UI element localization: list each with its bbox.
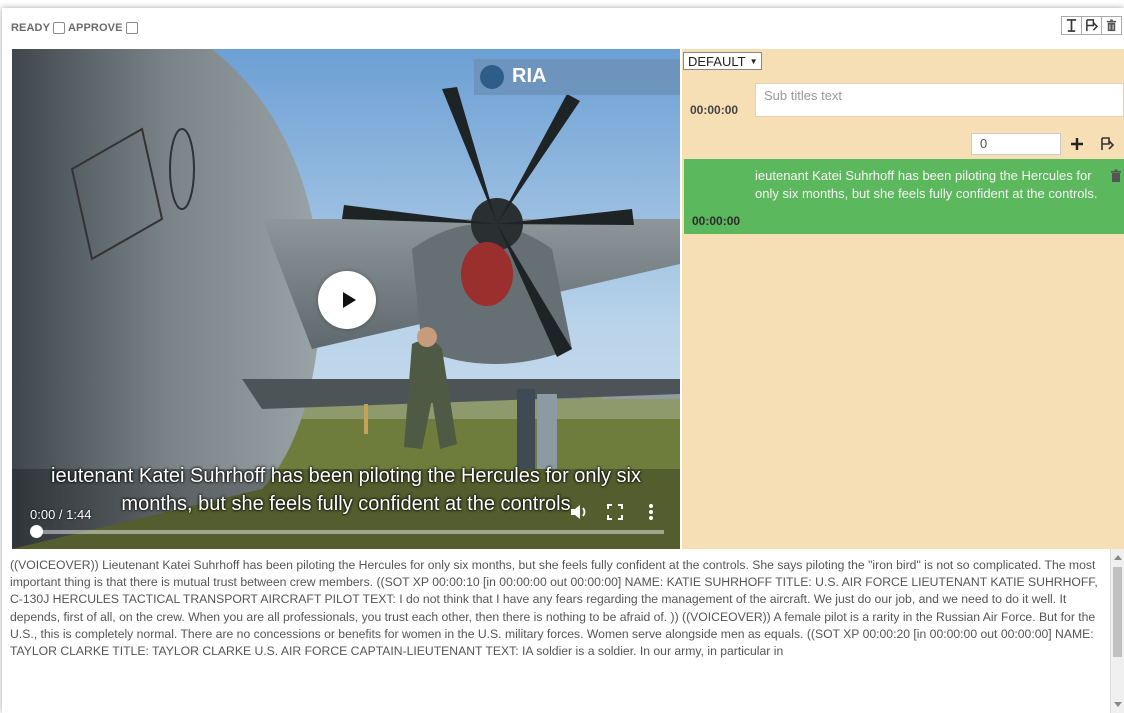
toolbar xyxy=(1061,16,1122,35)
entry-time: 00:00:00 xyxy=(690,103,739,117)
subtitle-editor-window: READY APPROVE RIA ieutenant Katei Suhrho… xyxy=(2,8,1124,713)
dropdown-arrow-icon: ▼ xyxy=(749,56,758,66)
subtitle-text-input[interactable]: Sub titles text xyxy=(755,83,1124,117)
subtitle-row-text: ieutenant Katei Suhrhoff has been piloti… xyxy=(755,168,1098,201)
approve-flag[interactable]: APPROVE xyxy=(68,22,138,34)
play-button[interactable] xyxy=(318,271,376,329)
status-flags: READY APPROVE xyxy=(11,22,138,34)
subtitle-panel: DEFAULT ▼ 00:00:00 Sub titles text 0 ieu… xyxy=(682,49,1124,549)
style-select[interactable]: DEFAULT ▼ xyxy=(683,52,763,70)
scroll-down-icon[interactable] xyxy=(1114,702,1122,707)
text-cursor-icon xyxy=(1066,19,1077,32)
ready-checkbox[interactable] xyxy=(53,22,66,34)
more-options-icon[interactable] xyxy=(640,501,662,523)
subtitle-row[interactable]: ieutenant Katei Suhrhoff has been piloti… xyxy=(684,159,1124,234)
fullscreen-icon[interactable] xyxy=(604,501,626,523)
style-select-value: DEFAULT xyxy=(688,53,746,69)
video-player[interactable]: RIA ieutenant Katei Suhrhoff has been pi… xyxy=(12,49,680,549)
trash-icon[interactable] xyxy=(1110,169,1122,183)
top-bar: READY APPROVE xyxy=(2,8,1124,49)
text-tool-button[interactable] xyxy=(1061,16,1082,35)
ready-flag[interactable]: READY xyxy=(11,22,66,34)
scroll-thumb[interactable] xyxy=(1113,567,1122,657)
player-controls xyxy=(568,501,662,523)
scroll-up-icon[interactable] xyxy=(1114,555,1122,560)
approve-checkbox[interactable] xyxy=(125,22,138,34)
volume-icon[interactable] xyxy=(568,501,590,523)
progress-knob[interactable] xyxy=(30,525,43,538)
trash-icon xyxy=(1106,19,1117,32)
subtitle-row-time: 00:00:00 xyxy=(692,214,741,228)
play-icon xyxy=(343,292,356,308)
channel-watermark: RIA xyxy=(512,65,547,87)
transcript-scrollbar[interactable] xyxy=(1110,549,1124,713)
add-subtitle-button[interactable] xyxy=(1064,133,1090,155)
plus-icon xyxy=(1071,138,1083,150)
save-button[interactable] xyxy=(1081,16,1102,35)
save-icon xyxy=(1101,137,1114,150)
caption-line-1: ieutenant Katei Suhrhoff has been piloti… xyxy=(51,465,641,487)
save-icon xyxy=(1086,19,1098,32)
background-window-edge xyxy=(60,0,220,8)
time-display: 0:00 / 1:44 xyxy=(30,507,92,522)
offset-input[interactable]: 0 xyxy=(971,133,1061,155)
approve-label: APPROVE xyxy=(68,22,123,34)
save-subtitle-button[interactable] xyxy=(1094,133,1120,155)
transcript-textarea[interactable]: ((VOICEOVER)) Lieutenant Katei Suhrhoff … xyxy=(2,549,1124,713)
ready-label: READY xyxy=(11,22,51,34)
transcript-text: ((VOICEOVER)) Lieutenant Katei Suhrhoff … xyxy=(10,558,1098,659)
progress-bar[interactable] xyxy=(34,530,664,534)
delete-button[interactable] xyxy=(1101,16,1122,35)
